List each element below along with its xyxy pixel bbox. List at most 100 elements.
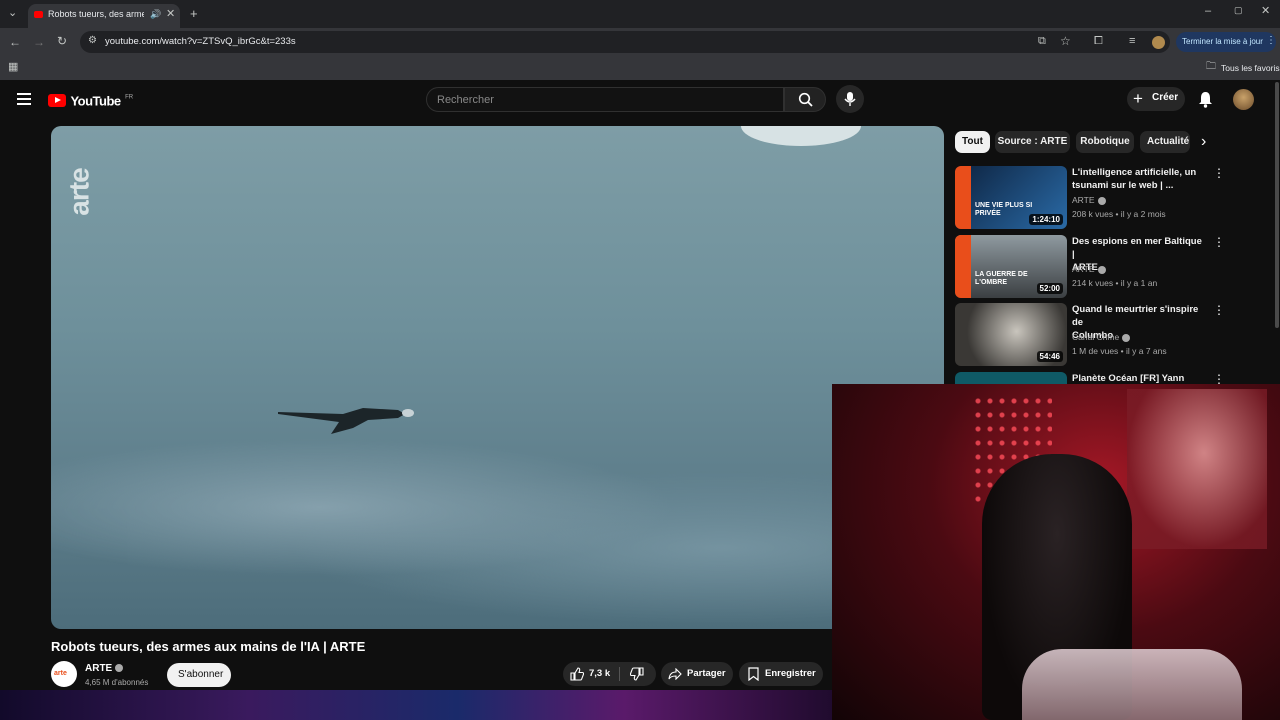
cloud-layer: [51, 426, 944, 629]
bookmark-star-icon[interactable]: ☆: [1060, 35, 1071, 47]
like-dislike-group: 7,3 k: [563, 662, 656, 686]
close-tab-icon[interactable]: ✕: [166, 9, 175, 20]
title-line: Des espions en mer Baltique |: [1072, 236, 1202, 260]
address-bar[interactable]: ⚙ youtube.com/watch?v=ZTSvQ_ibrGc&t=233s…: [80, 31, 1170, 53]
all-bookmarks-label[interactable]: Tous les favoris: [1221, 63, 1280, 73]
browser-tab[interactable]: Robots tueurs, des armes a 🔊 ✕: [28, 4, 180, 28]
save-button[interactable]: Enregistrer: [739, 662, 823, 686]
maximize-icon[interactable]: ▢: [1234, 6, 1243, 15]
play-logo-icon: [48, 94, 66, 108]
bottom-banner: [0, 690, 832, 720]
channel-name[interactable]: ARTE: [85, 663, 124, 674]
recommendation-thumbnail[interactable]: UNE VIE PLUS SI PRIVÉE 1:24:10: [955, 166, 1067, 229]
region-code: FR: [125, 94, 134, 101]
media-control-icon[interactable]: ≡: [1129, 36, 1135, 47]
tab-search-icon[interactable]: ⌄: [8, 8, 17, 19]
mic-icon: [844, 92, 856, 106]
save-label: Enregistrer: [765, 668, 816, 679]
video-title: Robots tueurs, des armes aux mains de l'…: [51, 639, 366, 654]
recommendation-channel[interactable]: ARTE: [1072, 195, 1106, 205]
recommendation-channel[interactable]: Canal Crime: [1072, 332, 1131, 342]
recommendation-meta: 1 M de vues • il y a 7 ans: [1072, 346, 1167, 356]
update-button[interactable]: Terminer la mise à jour ⋮: [1176, 32, 1276, 52]
search-input[interactable]: Rechercher: [426, 87, 784, 112]
subscribe-label: S'abonner: [178, 669, 224, 680]
forward-icon[interactable]: →: [33, 36, 45, 48]
chip-actualite[interactable]: Actualité: [1140, 131, 1190, 153]
verified-icon: [1122, 333, 1131, 342]
thumb-up-icon: [570, 667, 584, 681]
search-button[interactable]: [784, 87, 826, 112]
title-line: Quand le meurtrier s'inspire de: [1072, 304, 1199, 328]
share-label: Partager: [687, 668, 726, 679]
reload-icon[interactable]: ↻: [57, 35, 67, 47]
folder-icon[interactable]: 🗀: [1206, 62, 1216, 72]
subscribe-button[interactable]: S'abonner: [167, 663, 231, 687]
minimize-icon[interactable]: –: [1205, 6, 1211, 17]
tab-title: Robots tueurs, des armes a: [48, 9, 144, 19]
verified-icon: [1097, 265, 1106, 274]
channel-text: ARTE: [1072, 264, 1095, 274]
share-button[interactable]: Partager: [661, 662, 733, 686]
site-settings-icon[interactable]: ⚙: [88, 36, 97, 46]
chip-source-arte[interactable]: Source : ARTE: [995, 131, 1070, 153]
chip-robotique[interactable]: Robotique: [1076, 131, 1134, 153]
browser-toolbar: ← → ↻ ⚙ youtube.com/watch?v=ZTSvQ_ibrGc&…: [0, 28, 1280, 56]
voice-search-button[interactable]: [836, 85, 864, 113]
recommendation-thumbnail[interactable]: 54:46: [955, 303, 1067, 366]
arte-watermark: arte: [63, 168, 95, 216]
webcam-poster: [1127, 389, 1267, 549]
share-icon: [668, 668, 682, 680]
profile-avatar[interactable]: [1152, 36, 1165, 49]
youtube-logo-text: YouTube: [70, 93, 121, 109]
recommendation-thumbnail[interactable]: [955, 372, 1067, 384]
page-scrollbar[interactable]: [1275, 82, 1279, 328]
recommendation-title[interactable]: L'intelligence artificielle, un tsunami s…: [1072, 166, 1202, 192]
arte-logo-icon: arte: [54, 670, 67, 677]
menu-icon[interactable]: [17, 93, 31, 105]
update-button-label: Terminer la mise à jour: [1182, 37, 1263, 46]
back-icon[interactable]: ←: [9, 36, 21, 48]
chevron-right-icon[interactable]: ›: [1201, 131, 1206, 153]
video-duration: 52:00: [1036, 283, 1063, 294]
video-player[interactable]: arte: [51, 126, 944, 629]
arte-side-band: [955, 235, 971, 298]
bell-icon[interactable]: [1198, 91, 1213, 108]
create-button[interactable]: + Créer: [1127, 87, 1185, 111]
recommendation-thumbnail[interactable]: LA GUERRE DE L'OMBRE 52:00: [955, 235, 1067, 298]
apps-grid-icon[interactable]: ▦: [8, 62, 18, 73]
recommendation-channel[interactable]: ARTE: [1072, 264, 1106, 274]
youtube-header: YouTube FR Rechercher + Créer: [0, 80, 1280, 120]
install-app-icon[interactable]: ⧉: [1038, 36, 1046, 47]
recommendation-meta: 214 k vues • il y a 1 an: [1072, 278, 1158, 288]
video-duration: 1:24:10: [1029, 214, 1063, 225]
more-vert-icon[interactable]: ⋮: [1213, 166, 1225, 180]
title-line: Planète Océan [FR] Yann: [1072, 373, 1185, 384]
url-text[interactable]: youtube.com/watch?v=ZTSvQ_ibrGc&t=233s: [105, 36, 296, 47]
webcam-overlay: [832, 384, 1280, 720]
recommendation-meta: 208 k vues • il y a 2 mois: [1072, 209, 1166, 219]
channel-avatar[interactable]: arte: [51, 661, 77, 687]
new-tab-icon[interactable]: +: [190, 7, 198, 20]
chip-all[interactable]: Tout: [955, 131, 990, 153]
more-vert-icon[interactable]: ⋮: [1213, 303, 1225, 317]
bookmarks-bar: ▦ 🗀 Tous les favoris: [0, 56, 1280, 81]
window-close-icon[interactable]: ✕: [1261, 6, 1270, 17]
dislike-button[interactable]: [620, 662, 656, 686]
more-vert-icon[interactable]: ⋮: [1213, 235, 1225, 249]
chip-actualite-label: Actualité: [1147, 136, 1190, 147]
user-avatar[interactable]: [1233, 89, 1254, 110]
arte-side-band: [955, 166, 971, 229]
more-vert-icon[interactable]: ⋮: [1266, 35, 1276, 46]
like-button[interactable]: 7,3 k: [563, 662, 618, 686]
title-line: tsunami sur le web | ...: [1072, 180, 1174, 191]
bookmark-icon: [748, 667, 759, 681]
video-duration: 54:46: [1036, 351, 1063, 362]
audio-playing-icon[interactable]: 🔊: [150, 10, 161, 19]
verified-icon: [115, 664, 124, 673]
subscriber-count: 4,65 M d'abonnés: [85, 678, 149, 687]
youtube-logo[interactable]: YouTube FR: [48, 92, 133, 110]
search-icon: [798, 92, 813, 107]
thumbnail-text: UNE VIE PLUS SI PRIVÉE: [975, 202, 1033, 217]
extensions-icon[interactable]: ⧠: [1094, 36, 1103, 47]
